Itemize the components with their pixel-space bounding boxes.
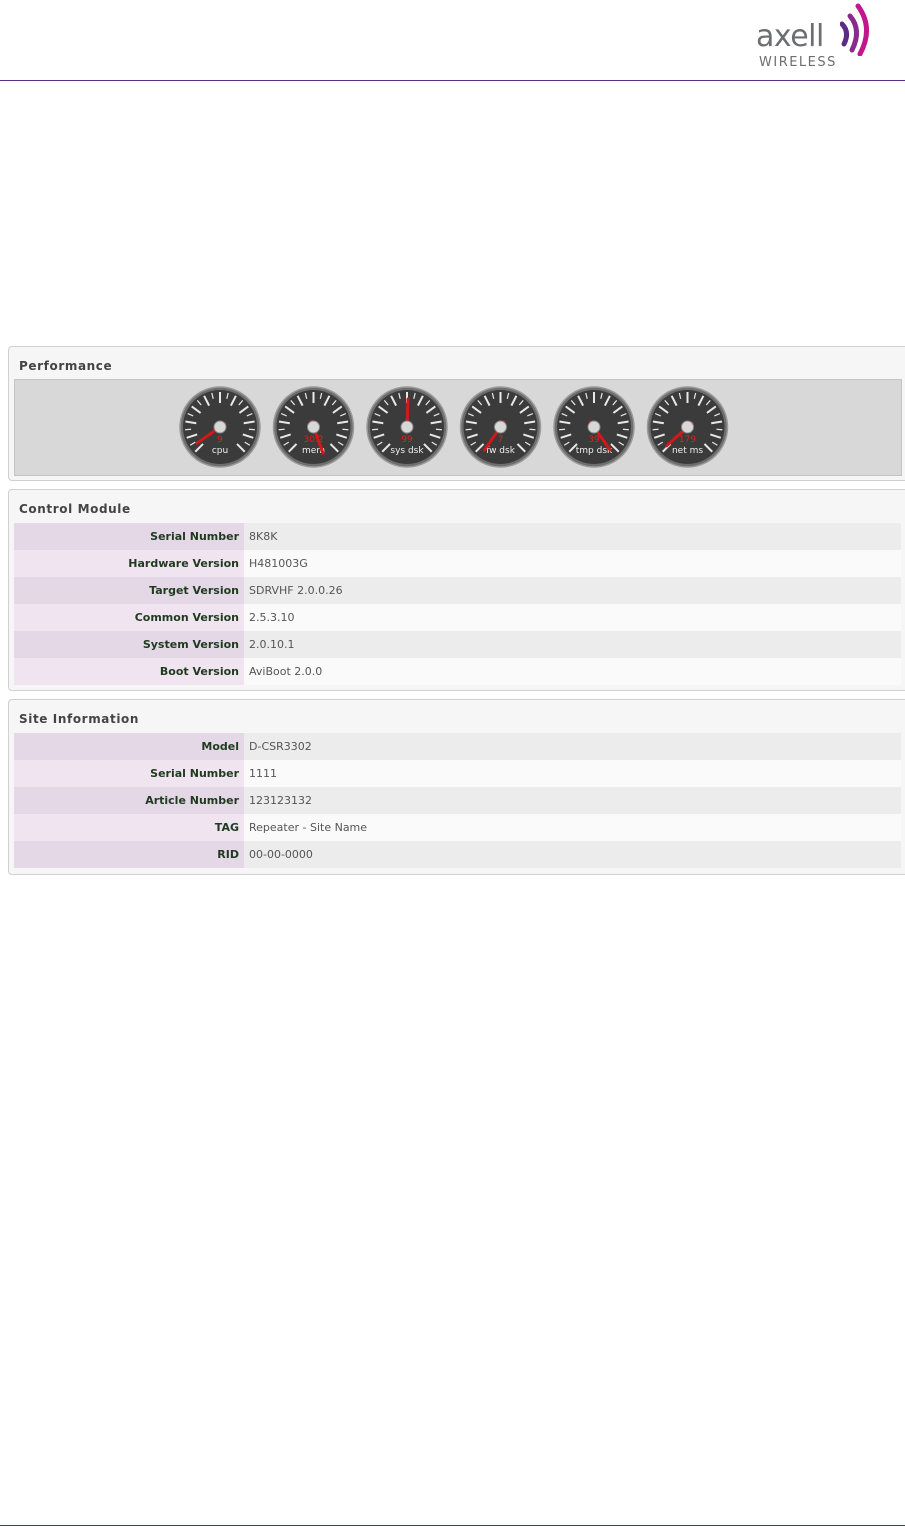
gauge-strip: 9 cpu 30.2 mem 99 sys dsk 7 fw dsk 39 tmp dsk 179 n… xyxy=(14,379,902,476)
row-label: Common Version xyxy=(14,604,244,631)
row-label: Model xyxy=(14,733,244,760)
row-value: Repeater - Site Name xyxy=(244,814,901,841)
gauge-value: 39 xyxy=(588,435,600,445)
gauge-label: fw dsk xyxy=(486,446,516,456)
gauge-value: 179 xyxy=(679,435,696,445)
performance-panel: Performance 9 cpu 30.2 mem 99 sys dsk 7 fw dsk 3… xyxy=(8,346,905,481)
row-label: RID xyxy=(14,841,244,868)
table-row: Model D-CSR3302 xyxy=(14,733,901,760)
footer-divider xyxy=(0,1525,905,1526)
row-label: Boot Version xyxy=(14,658,244,685)
row-value: AviBoot 2.0.0 xyxy=(244,658,901,685)
row-label: Target Version xyxy=(14,577,244,604)
table-row: Hardware Version H481003G xyxy=(14,550,901,577)
row-value: 1111 xyxy=(244,760,901,787)
table-row: Article Number 123123132 xyxy=(14,787,901,814)
row-value: D-CSR3302 xyxy=(244,733,901,760)
gauge-value: 7 xyxy=(498,435,504,445)
gauge-sys-dsk: 99sys dsk xyxy=(366,386,448,468)
logo-chevron-icon xyxy=(840,3,869,56)
table-row: Common Version 2.5.3.10 xyxy=(14,604,901,631)
gauge-value: 9 xyxy=(217,435,223,445)
gauge-fw-dsk: 7fw dsk xyxy=(459,386,542,468)
row-value: 123123132 xyxy=(244,787,901,814)
gauge-label: net ms xyxy=(672,446,703,456)
control-module-table: Serial Number 8K8K Hardware Version H481… xyxy=(14,523,901,685)
row-label: Hardware Version xyxy=(14,550,244,577)
gauge-net-ms: 179net ms xyxy=(646,386,729,468)
site-information-title: Site Information xyxy=(19,712,140,726)
gauge-label: cpu xyxy=(212,446,228,456)
performance-title: Performance xyxy=(19,359,113,373)
gauges: 9cpu30.2mem99sys dsk7fw dsk39tmp dsk179n… xyxy=(179,386,729,468)
table-row: Serial Number 1111 xyxy=(14,760,901,787)
row-label: Article Number xyxy=(14,787,244,814)
table-row: System Version 2.0.10.1 xyxy=(14,631,901,658)
site-information-panel: Site Information Model D-CSR3302 Serial … xyxy=(8,699,905,875)
gauge-cpu: 9cpu xyxy=(179,386,261,468)
control-module-title: Control Module xyxy=(19,502,131,516)
row-label: Serial Number xyxy=(14,760,244,787)
row-label: Serial Number xyxy=(14,523,244,550)
site-information-table: Model D-CSR3302 Serial Number 1111 Artic… xyxy=(14,733,901,868)
table-row: Serial Number 8K8K xyxy=(14,523,901,550)
logo-subtext: WIRELESS xyxy=(759,55,837,70)
table-row: RID 00-00-0000 xyxy=(14,841,901,868)
row-value: 00-00-0000 xyxy=(244,841,901,868)
control-module-panel: Control Module Serial Number 8K8K Hardwa… xyxy=(8,489,905,691)
gauge-label: sys dsk xyxy=(390,446,424,456)
table-row: Target Version SDRVHF 2.0.0.26 xyxy=(14,577,901,604)
row-value: H481003G xyxy=(244,550,901,577)
gauge-tmp-dsk: 39tmp dsk xyxy=(553,386,635,468)
logo-text: axell xyxy=(756,19,824,54)
row-value: 2.5.3.10 xyxy=(244,604,901,631)
axell-wireless-logo: axell WIRELESS xyxy=(756,0,886,76)
table-row: Boot Version AviBoot 2.0.0 xyxy=(14,658,901,685)
table-row: TAG Repeater - Site Name xyxy=(14,814,901,841)
row-value: SDRVHF 2.0.0.26 xyxy=(244,577,901,604)
row-label: TAG xyxy=(14,814,244,841)
gauge-mem: 30.2mem xyxy=(272,386,355,468)
gauge-value: 99 xyxy=(401,435,413,445)
row-value: 8K8K xyxy=(244,523,901,550)
row-value: 2.0.10.1 xyxy=(244,631,901,658)
row-label: System Version xyxy=(14,631,244,658)
header-divider xyxy=(0,80,905,81)
